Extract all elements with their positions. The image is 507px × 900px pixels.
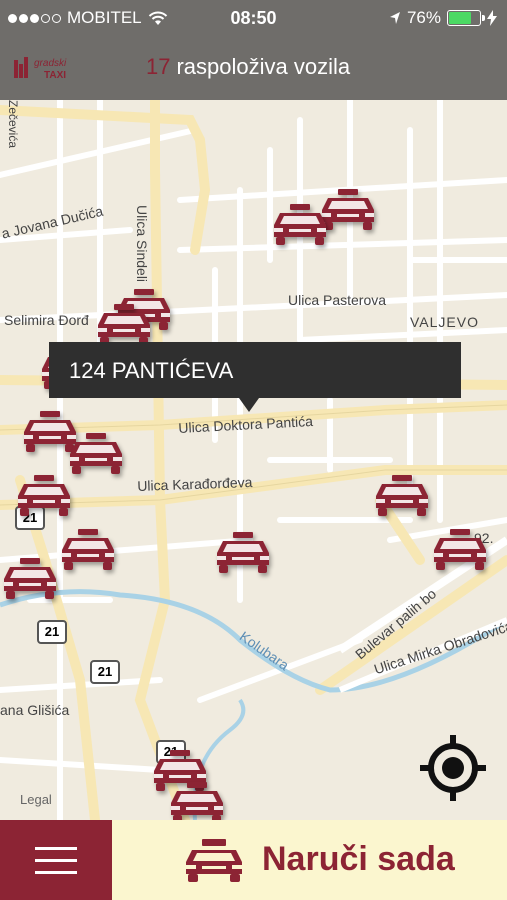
street-label-pasterova: Ulica Pasterova [288,292,387,308]
charging-icon [487,10,497,26]
app-header: gradski TAXI 17 raspoloživa vozila [0,36,507,100]
city-label-valjevo: VALJEVO [410,314,479,330]
taxi-marker[interactable] [213,531,273,575]
taxi-marker[interactable] [58,528,118,572]
taxi-marker[interactable] [14,474,74,518]
taxi-marker[interactable] [430,528,490,572]
route-badge: 21 [37,620,67,644]
vehicle-count: 17 [146,54,171,79]
available-vehicles-title: 17 raspoloživa vozila [146,54,350,80]
route-badge: 21 [90,660,120,684]
street-label-glisica: ana Glišića [0,702,70,718]
order-now-button[interactable]: Naruči sada [112,820,507,900]
order-now-label: Naruči sada [262,840,455,878]
gradski-taxi-logo: gradski TAXI [12,54,84,84]
taxi-icon [186,839,242,882]
street-label-sindeliceva: Ulica Sindeli [134,205,150,283]
map-view[interactable]: a Jovana Dučića Ulica Sindeli Selimira Đ… [0,100,507,820]
bottom-bar: Naruči sada [0,820,507,900]
street-label-selimira: Selimira Đorđ [4,312,89,328]
status-bar: MOBITEL 08:50 76% [0,0,507,36]
locate-me-button[interactable] [418,733,488,803]
tooltip-address: 124 PANTIĆEVA [69,358,234,383]
taxi-marker[interactable] [0,557,60,601]
svg-text:gradski: gradski [34,58,67,69]
taxi-marker[interactable] [372,474,432,518]
address-tooltip[interactable]: 124 PANTIĆEVA [49,342,461,412]
street-label-zecevica: Zečevića [6,100,20,149]
map-legal-link[interactable]: Legal [20,792,52,807]
battery-info: 76% [389,8,497,28]
location-arrow-icon [389,12,400,24]
locate-me-icon [420,735,486,801]
taxi-marker[interactable] [167,781,227,820]
battery-percent: 76% [406,8,441,27]
available-vehicles-label: raspoloživa vozila [176,54,351,79]
svg-text:TAXI: TAXI [44,70,66,81]
taxi-marker[interactable] [270,203,330,247]
taxi-marker[interactable] [66,432,126,476]
taxi-marker[interactable] [94,303,154,347]
battery-icon [447,10,485,26]
menu-button[interactable] [0,820,112,900]
